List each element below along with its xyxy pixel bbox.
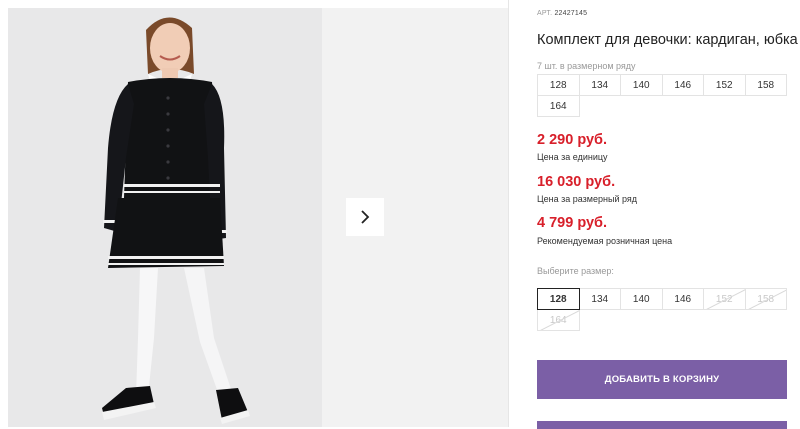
pack-size-cell: 146 (661, 74, 704, 96)
section-divider (508, 0, 509, 427)
unit-price-caption: Цена за единицу (537, 152, 608, 162)
chevron-right-icon (361, 210, 370, 224)
unit-price: 2 290 руб. (537, 132, 608, 148)
retail-price-caption: Рекомендуемая розничная цена (537, 236, 673, 246)
pack-size-cell: 152 (703, 74, 746, 96)
choose-size-label: Выберите размер: (537, 266, 614, 276)
size-option-140[interactable]: 140 (620, 288, 663, 310)
girl-in-school-uniform-image (8, 8, 322, 427)
pack-size-cell: 134 (578, 74, 621, 96)
gallery-next-button[interactable] (346, 198, 384, 236)
pack-size-cell: 158 (744, 74, 787, 96)
add-to-cart-button[interactable]: ДОБАВИТЬ В КОРЗИНУ (537, 360, 787, 399)
size-option-152: 152 (703, 288, 746, 310)
pack-size-cell: 128 (537, 74, 580, 96)
pack-note: 7 шт. в размерном ряду (537, 61, 636, 71)
size-option-146[interactable]: 146 (661, 288, 704, 310)
size-option-128[interactable]: 128 (537, 288, 580, 310)
size-option-134[interactable]: 134 (578, 288, 621, 310)
pack-price-caption: Цена за размерный ряд (537, 194, 638, 204)
article-number: АРТ. 22427145 (537, 10, 587, 17)
secondary-action-button[interactable] (537, 421, 787, 429)
pack-price: 16 030 руб. (537, 174, 616, 190)
size-selector: 128 134 140 146 152 158 164 (537, 288, 792, 331)
size-option-158: 158 (744, 288, 787, 310)
pack-size-grid: 128 134 140 146 152 158 164 (537, 74, 792, 117)
pack-size-cell: 140 (620, 74, 663, 96)
article-value: 22427145 (554, 10, 588, 17)
pack-size-cell: 164 (537, 95, 580, 117)
product-title: Комплект для девочки: кардиган, юбка (537, 32, 798, 48)
product-gallery (0, 0, 508, 427)
size-option-164: 164 (537, 309, 580, 331)
retail-price: 4 799 руб. (537, 215, 608, 231)
article-label: АРТ. (537, 10, 553, 17)
product-photo[interactable] (8, 8, 322, 427)
